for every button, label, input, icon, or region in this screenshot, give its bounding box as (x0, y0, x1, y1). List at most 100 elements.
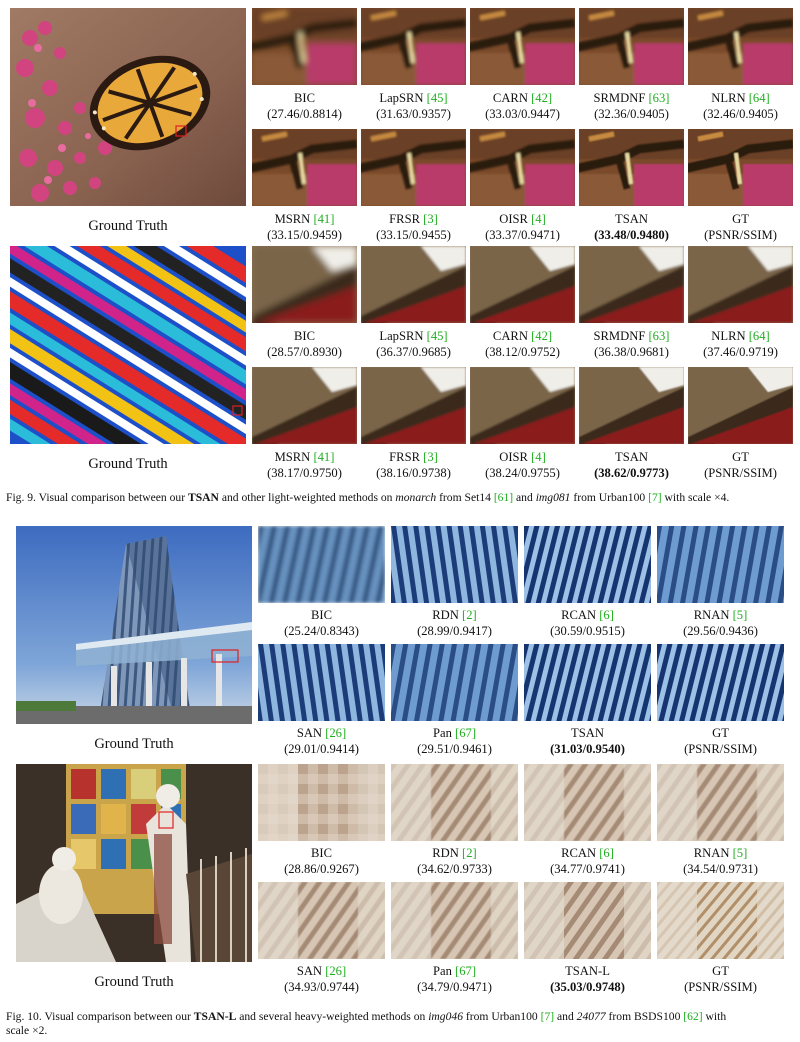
crop-image-rcan (524, 764, 651, 841)
crop-image-rnan (657, 526, 784, 603)
method-name: RNAN (693, 608, 730, 622)
citation: [67] (455, 964, 477, 978)
method-name: Pan (432, 964, 452, 978)
crop-label: TSAN-L (35.03/0.9748) (520, 963, 655, 995)
ground-truth-label: Ground Truth (88, 218, 168, 234)
method-name: BIC (311, 846, 332, 860)
crop-label: SAN [26] (29.01/0.9414) (254, 725, 389, 757)
psnr-ssim-score: (28.86/0.9267) (284, 862, 359, 876)
psnr-ssim-score: (28.99/0.9417) (417, 624, 492, 638)
crop-label: BIC (25.24/0.8343) (254, 607, 389, 639)
method-name: FRSR (389, 212, 420, 226)
method-name: TSAN-L (565, 964, 610, 978)
method-name: GT (712, 964, 729, 978)
method-name: Pan (432, 726, 452, 740)
method-name: RCAN (561, 846, 597, 860)
psnr-ssim-score: (37.46/0.9719) (703, 345, 778, 359)
crop-image-bic (252, 8, 357, 85)
psnr-ssim-score: (29.56/0.9436) (683, 624, 758, 638)
crop-image-gt (688, 129, 793, 206)
psnr-ssim-score: (PSNR/SSIM) (704, 466, 777, 480)
crop-label: GT (PSNR/SSIM) (676, 449, 800, 481)
crop-image-san (258, 882, 385, 959)
psnr-ssim-score: (PSNR/SSIM) (684, 742, 757, 756)
crop-label: NLRN [64] (37.46/0.9719) (676, 328, 800, 360)
crop-label: RNAN [5] (29.56/0.9436) (653, 607, 788, 639)
citation: [4] (531, 450, 546, 464)
crop-image-gt (688, 367, 793, 444)
citation: [2] (462, 608, 477, 622)
crop-image-srmdnf (579, 246, 684, 323)
method-name: BIC (294, 329, 315, 343)
method-name: RNAN (693, 846, 730, 860)
citation: [63] (648, 91, 670, 105)
method-name: CARN (492, 329, 528, 343)
crop-image-gt (657, 644, 784, 721)
crop-label: SAN [26] (34.93/0.9744) (254, 963, 389, 995)
ground-truth-label: Ground Truth (94, 736, 174, 752)
citation: [63] (648, 329, 670, 343)
method-name: RCAN (561, 608, 597, 622)
ground-truth-label: Ground Truth (94, 974, 174, 990)
method-name: SAN (296, 964, 323, 978)
crop-image-tsan-l (524, 882, 651, 959)
citation: [64] (748, 91, 770, 105)
method-name: RDN (432, 608, 459, 622)
ground-truth-image-monarch (10, 8, 246, 206)
crop-image-carn (470, 8, 575, 85)
psnr-ssim-score: (PSNR/SSIM) (684, 980, 757, 994)
method-name: GT (732, 450, 749, 464)
method-name: BIC (294, 91, 315, 105)
method-name: GT (732, 212, 749, 226)
crop-image-gt (657, 882, 784, 959)
crop-label: RDN [2] (34.62/0.9733) (387, 845, 522, 877)
psnr-ssim-score: (34.77/0.9741) (550, 862, 625, 876)
psnr-ssim-score: (34.62/0.9733) (417, 862, 492, 876)
crop-image-carn (470, 246, 575, 323)
crop-image-srmdnf (579, 8, 684, 85)
ground-truth-image-img046 (16, 526, 252, 724)
crop-label: RCAN [6] (34.77/0.9741) (520, 845, 655, 877)
citation: [5] (732, 608, 748, 622)
crop-image-rdn (391, 764, 518, 841)
psnr-ssim-score: (PSNR/SSIM) (704, 228, 777, 242)
citation: [5] (732, 846, 748, 860)
crop-label: TSAN (31.03/0.9540) (520, 725, 655, 757)
crop-image-rcan (524, 526, 651, 603)
method-name: LapSRN (379, 91, 424, 105)
method-name: CARN (492, 91, 528, 105)
citation: [3] (423, 450, 438, 464)
crop-image-tsan (579, 367, 684, 444)
crop-label: Pan [67] (34.79/0.9471) (387, 963, 522, 995)
citation: [42] (531, 91, 553, 105)
citation: [67] (455, 726, 477, 740)
psnr-ssim-score: (30.59/0.9515) (550, 624, 625, 638)
crop-image-bic (258, 764, 385, 841)
psnr-ssim-score: (31.03/0.9540) (550, 742, 625, 756)
crop-image-nlrn (688, 8, 793, 85)
method-name: SRMDNF (593, 91, 646, 105)
crop-image-msrn (252, 129, 357, 206)
method-name: OISR (499, 450, 528, 464)
psnr-ssim-score: (34.54/0.9731) (683, 862, 758, 876)
ground-truth-label: Ground Truth (88, 456, 168, 472)
psnr-ssim-score: (25.24/0.8343) (284, 624, 359, 638)
psnr-ssim-score: (35.03/0.9748) (550, 980, 625, 994)
crop-image-bic (258, 526, 385, 603)
crop-image-frsr (361, 367, 466, 444)
citation: [45] (426, 91, 448, 105)
psnr-ssim-score: (34.93/0.9744) (284, 980, 359, 994)
method-name: BIC (311, 608, 332, 622)
crop-image-san (258, 644, 385, 721)
crop-label: NLRN [64] (32.46/0.9405) (676, 90, 800, 122)
citation: [26] (325, 964, 347, 978)
method-name: SAN (296, 726, 323, 740)
psnr-ssim-score: (29.01/0.9414) (284, 742, 359, 756)
crop-image-msrn (252, 367, 357, 444)
crop-image-lapsrn (361, 8, 466, 85)
crop-image-tsan (579, 129, 684, 206)
method-name: RDN (432, 846, 459, 860)
citation: [45] (426, 329, 448, 343)
crop-label: GT (PSNR/SSIM) (653, 725, 788, 757)
crop-image-lapsrn (361, 246, 466, 323)
